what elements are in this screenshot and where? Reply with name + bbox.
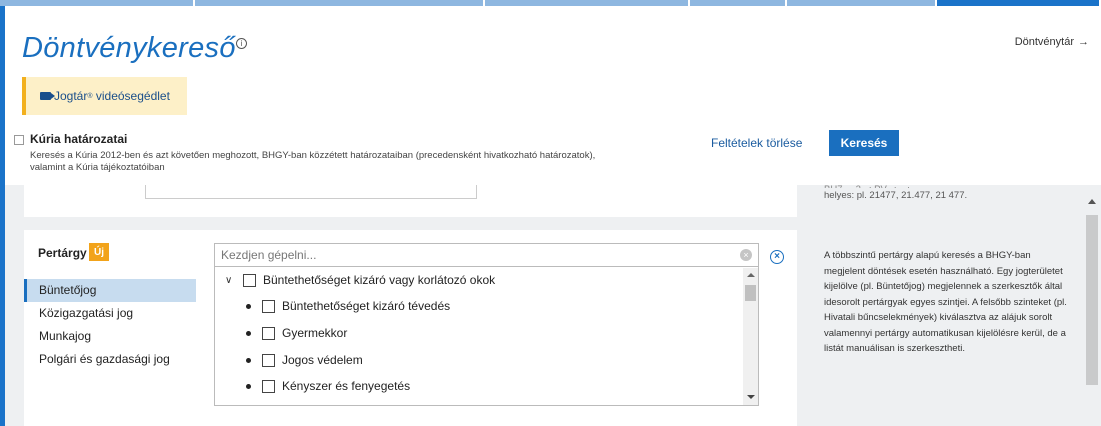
scroll-up-icon[interactable] xyxy=(747,273,755,277)
tree-item[interactable]: Gyermekkor xyxy=(246,323,347,343)
tree-item[interactable]: Kényszer és fenyegetés xyxy=(246,376,410,396)
video-camera-icon xyxy=(40,92,55,100)
category-item-buntetojog[interactable]: Büntetőjog xyxy=(24,279,196,302)
bullet-icon xyxy=(246,330,251,336)
page-scrollbar[interactable] xyxy=(1083,185,1101,426)
scroll-up-icon[interactable] xyxy=(1088,199,1096,204)
new-badge: Új xyxy=(89,243,109,261)
tree-checkbox[interactable] xyxy=(262,379,275,393)
tree-scrollbar[interactable] xyxy=(743,268,758,405)
bullet-icon xyxy=(246,357,251,363)
pertargy-label: Pertárgy xyxy=(38,246,87,260)
info-icon[interactable]: i xyxy=(236,38,247,49)
tree-checkbox[interactable] xyxy=(262,326,275,340)
tree-item[interactable]: Jogos védelem xyxy=(246,350,363,370)
tree-item-label: Büntethetőséget kizáró vagy korlátozó ok… xyxy=(263,273,496,287)
top-nav-tab[interactable] xyxy=(787,0,937,6)
category-item-kozigazgatasi-jog[interactable]: Közigazgatási jog xyxy=(24,302,196,325)
arrow-right-icon: → xyxy=(1078,36,1089,48)
video-label-post: videósegédlet xyxy=(92,89,170,103)
help-text-top: BH7..., 2...; PV...; ...; ... helyes: pl… xyxy=(824,182,1074,204)
tree-item-label: Kényszer és fenyegetés xyxy=(282,379,411,393)
tree-checkbox[interactable] xyxy=(243,273,256,287)
scrollbar-thumb[interactable] xyxy=(745,285,756,301)
help-text-example: helyes: pl. 21477, 21.477, 21 477. xyxy=(824,190,968,201)
category-item-munkajog[interactable]: Munkajog xyxy=(24,325,196,348)
tree-checkbox[interactable] xyxy=(262,353,275,367)
pertargy-tree: ∨ Büntethetőséget kizáró vagy korlátozó … xyxy=(214,267,759,406)
pertargy-search-input[interactable] xyxy=(215,244,715,266)
top-nav-tab[interactable] xyxy=(195,0,485,6)
tree-item[interactable]: ∨ Büntethetőséget kizáró vagy korlátozó … xyxy=(225,270,495,290)
category-item-polgari-jog[interactable]: Polgári és gazdasági jog xyxy=(24,348,196,371)
clear-filters-link[interactable]: Feltételek törlése xyxy=(711,136,802,150)
help-text-pertargy: A többszintű pertárgy alapú keresés a BH… xyxy=(824,250,1067,354)
page-title: Döntvénykereső xyxy=(22,32,236,64)
tree-checkbox[interactable] xyxy=(262,299,275,313)
help-text-cut: BH7..., 2...; PV...; ...; ... xyxy=(824,182,1074,188)
tree-item-label: Büntethetőséget kizáró tévedés xyxy=(282,299,451,313)
search-button[interactable]: Keresés xyxy=(829,130,899,156)
clear-input-icon[interactable]: × xyxy=(740,249,752,261)
upper-input-partial[interactable] xyxy=(145,185,477,199)
top-nav-tab-active[interactable] xyxy=(937,0,1101,6)
scrollbar-thumb[interactable] xyxy=(1086,215,1098,385)
dontvenytar-link-label: Döntvénytár xyxy=(1014,36,1074,48)
bullet-icon xyxy=(246,383,251,389)
kuria-checkbox[interactable] xyxy=(14,135,24,145)
tree-item-label: Gyermekkor xyxy=(282,326,348,340)
category-list: Büntetőjog Közigazgatási jog Munkajog Po… xyxy=(24,279,196,371)
top-nav-tab[interactable] xyxy=(0,0,195,6)
top-nav-strip xyxy=(0,0,1101,6)
bullet-icon xyxy=(246,303,251,309)
scroll-down-icon[interactable] xyxy=(747,395,755,399)
remove-circle-icon[interactable]: × xyxy=(770,250,784,264)
video-label-pre: Jogtár xyxy=(54,89,88,103)
help-sidebar: BH7..., 2...; PV...; ...; ... helyes: pl… xyxy=(806,182,1083,426)
chevron-down-icon[interactable]: ∨ xyxy=(225,275,235,286)
tree-item-label: Jogos védelem xyxy=(282,353,363,367)
pertargy-search-box: × xyxy=(214,243,759,267)
kuria-description: Keresés a Kúria 2012-ben és azt követően… xyxy=(30,150,596,173)
tree-item[interactable]: Büntethetőséget kizáró tévedés xyxy=(246,296,450,316)
upper-panel xyxy=(24,185,797,217)
kuria-title: Kúria határozatai xyxy=(30,132,128,146)
top-nav-tab[interactable] xyxy=(690,0,787,6)
dontvenytar-link[interactable]: Döntvénytár → xyxy=(1015,36,1089,48)
video-help-button[interactable]: Jogtár ® videósegédlet xyxy=(22,77,187,115)
top-nav-tab[interactable] xyxy=(485,0,690,6)
